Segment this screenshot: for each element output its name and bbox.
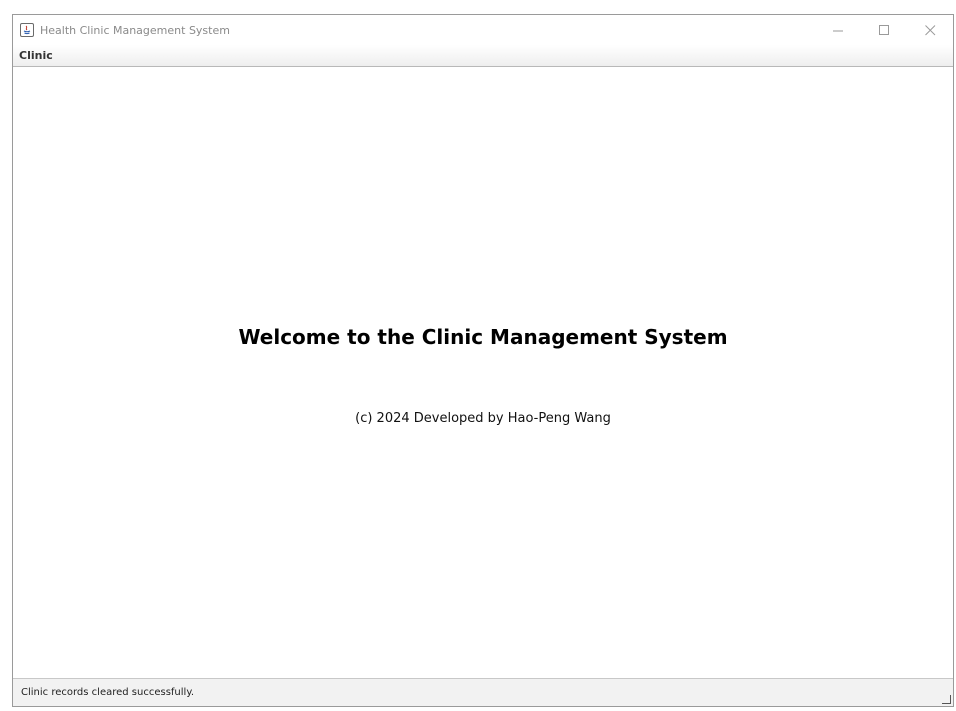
window-title: Health Clinic Management System [40,23,230,37]
resize-grip[interactable] [942,695,951,704]
menu-bar: Clinic [13,45,953,67]
status-message: Clinic records cleared successfully. [21,687,194,698]
minimize-button[interactable] [815,15,861,45]
minimize-icon [832,30,843,31]
menu-clinic[interactable]: Clinic [13,49,59,62]
status-bar: Clinic records cleared successfully. [13,678,953,706]
maximize-icon [878,24,889,35]
copyright-text: (c) 2024 Developed by Hao-Peng Wang [355,411,611,426]
title-bar[interactable]: Health Clinic Management System [13,15,953,45]
close-button[interactable] [907,15,953,45]
main-content: Welcome to the Clinic Management System … [13,67,953,679]
welcome-heading: Welcome to the Clinic Management System [238,325,728,349]
window-controls [815,15,953,45]
java-app-icon [20,23,34,37]
maximize-button[interactable] [861,15,907,45]
close-icon [924,24,935,35]
app-window: Health Clinic Management System Clinic W… [12,14,954,707]
